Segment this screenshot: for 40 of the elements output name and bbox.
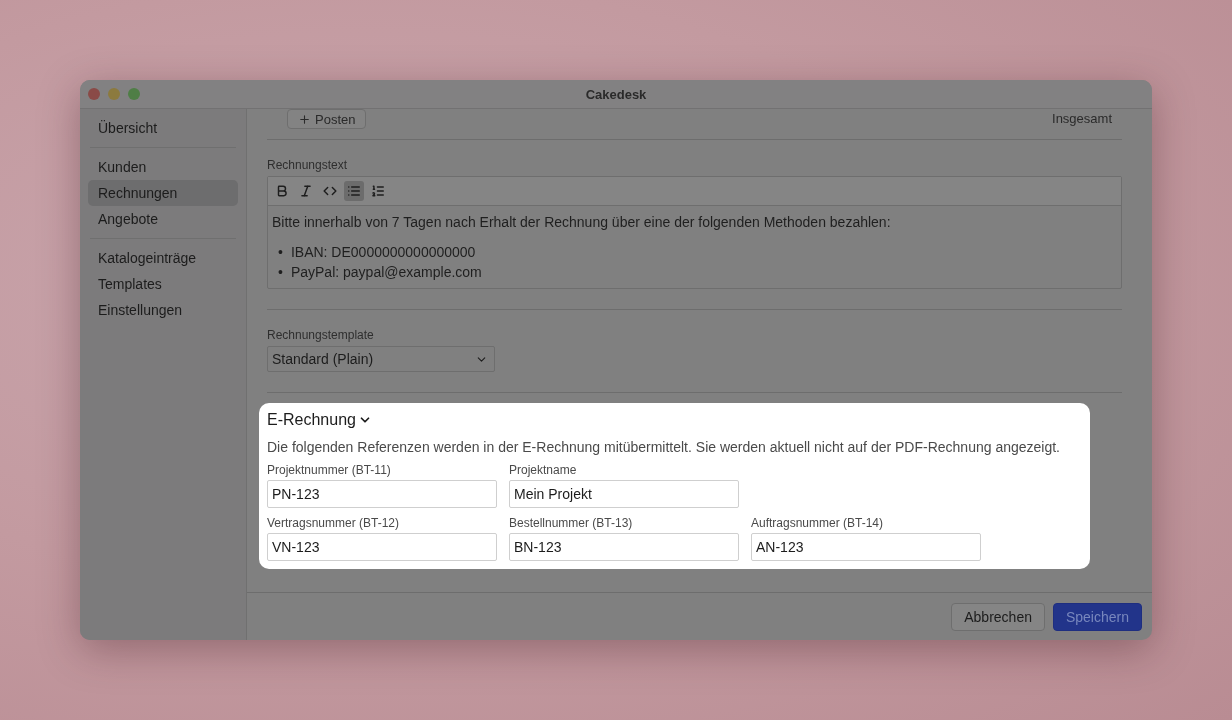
bold-icon	[275, 184, 289, 198]
cancel-button[interactable]: Abbrechen	[951, 602, 1045, 631]
template-select[interactable]: Standard (Plain)	[267, 346, 495, 372]
rich-text-editor[interactable]: Bitte innerhalb von 7 Tagen nach Erhalt der Rechnung über eine der folgenden Methoden bezahlen: • IBAN: DE0000000000000000 • PayPal: paypal@example.com	[267, 176, 1122, 289]
total-label: Insgesamt	[1052, 111, 1112, 126]
bullet-list-button[interactable]	[344, 181, 364, 201]
sidebar-item[interactable]: Katalogeinträge	[88, 245, 238, 271]
bullet-item: PayPal: paypal@example.com	[290, 263, 482, 282]
sidebar-item[interactable]: Übersicht	[88, 115, 238, 141]
bullet-item: IBAN: DE0000000000000000	[290, 243, 476, 262]
save-button[interactable]: Speichern	[1052, 602, 1142, 631]
editor-paragraph: Bitte innerhalb von 7 Tagen nach Erhalt der Rechnung über eine der folgenden Methoden bezahlen:	[272, 213, 892, 232]
description-text: Die folgenden Referenzen werden in der E-Rechnung mitübermittelt. Sie werden aktuell nicht auf der PDF-Rechnung angezeigt.	[267, 439, 1061, 455]
field-label: Bestellnummer (BT-13)	[509, 516, 634, 530]
input-field[interactable]: PN-123	[267, 480, 497, 508]
code-icon	[323, 184, 337, 198]
plus-icon	[298, 112, 311, 126]
sidebar-item[interactable]: Angebote	[88, 206, 238, 232]
add-item-button[interactable]: Posten	[287, 109, 367, 129]
window-title: Cakedesk	[585, 86, 647, 102]
field-label: Projektnummer (BT-11)	[267, 463, 392, 477]
input-field[interactable]: Mein Projekt	[509, 480, 739, 508]
numbered-list-icon	[371, 184, 385, 198]
field-label: Projektname	[509, 463, 578, 477]
input-field[interactable]: BN-123	[509, 533, 739, 561]
field-label: Rechnungstext	[267, 158, 349, 172]
field-label: Auftragsnummer (BT-14)	[751, 516, 885, 530]
field-label: Rechnungstemplate	[267, 328, 375, 342]
section-toggle[interactable]: E-Rechnung	[267, 411, 372, 429]
input-field[interactable]: VN-123	[267, 533, 497, 561]
bullet-list-icon	[347, 184, 361, 198]
bullet-marker: •	[278, 263, 283, 282]
sidebar-item[interactable]: Einstellungen	[88, 297, 238, 323]
field-label: Vertragsnummer (BT-12)	[267, 516, 401, 530]
sidebar-item[interactable]: Rechnungen	[88, 180, 238, 206]
sidebar-item[interactable]: Kunden	[88, 154, 238, 180]
sidebar-item[interactable]: Templates	[88, 271, 238, 297]
input-field[interactable]: AN-123	[751, 533, 981, 561]
italic-icon	[299, 184, 313, 198]
bullet-marker: •	[278, 243, 283, 262]
